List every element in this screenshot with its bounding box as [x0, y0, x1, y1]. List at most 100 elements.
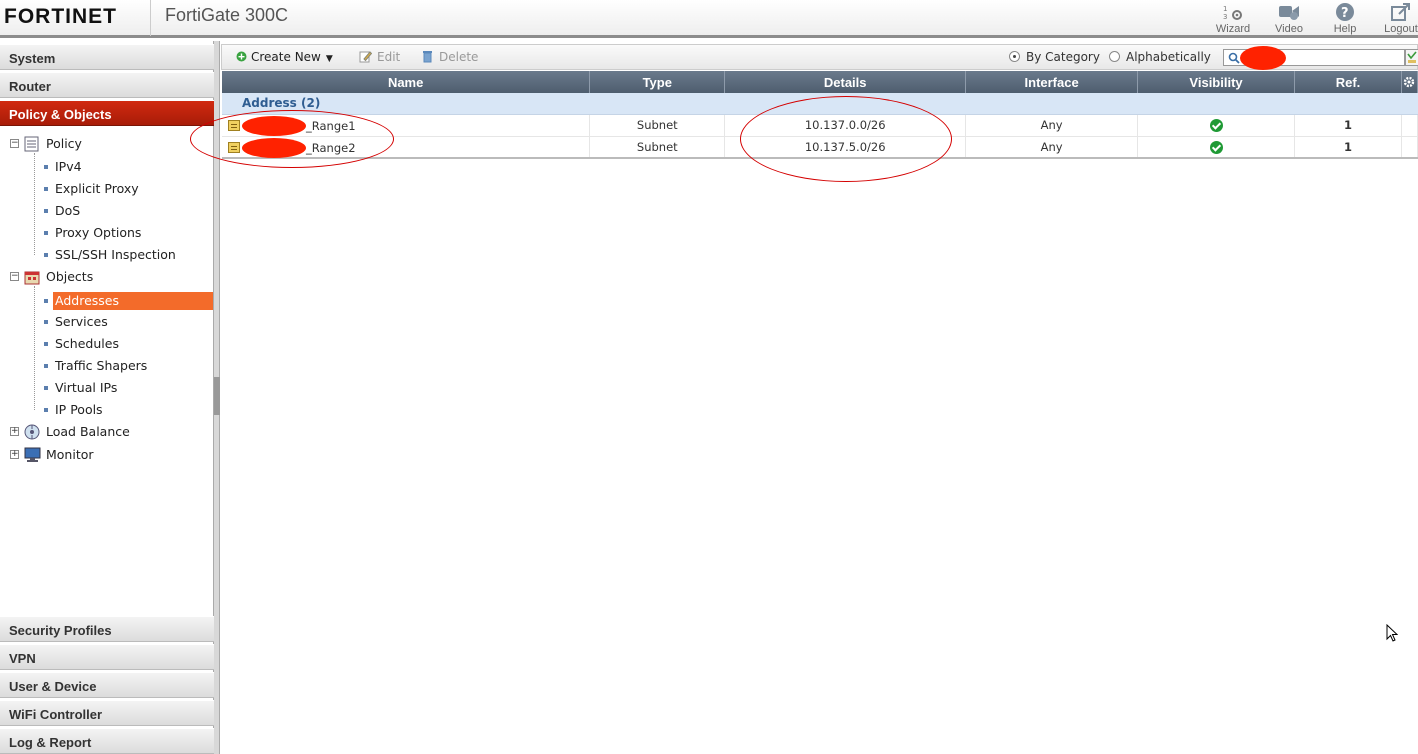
delete-button[interactable]: Delete: [422, 50, 478, 64]
table-row[interactable]: _Range2 Subnet 10.137.5.0/26 Any 1: [222, 136, 1418, 159]
bullet-icon: [44, 253, 48, 257]
sidebar-section-user-device[interactable]: User & Device: [0, 672, 214, 698]
tree-item-schedules[interactable]: Schedules: [34, 334, 210, 354]
by-category-radio[interactable]: By Category: [1009, 50, 1100, 64]
cell-details: 10.137.5.0/26: [724, 136, 967, 159]
tree-node-load-balance[interactable]: + Load Balance: [10, 422, 210, 442]
tree-item-virtual-ips[interactable]: Virtual IPs: [34, 378, 210, 398]
svg-text:1: 1: [1223, 5, 1227, 13]
table-row[interactable]: _Range1 Subnet 10.137.0.0/26 Any 1: [222, 114, 1418, 137]
bullet-icon: [44, 342, 48, 346]
mouse-cursor-icon: [1386, 624, 1398, 642]
sidebar: System Router Policy & Objects − Policy …: [0, 41, 214, 754]
tree-item-addresses[interactable]: Addresses: [53, 292, 213, 310]
policy-icon: [24, 136, 39, 152]
sidebar-section-vpn[interactable]: VPN: [0, 644, 214, 670]
tree-node-monitor[interactable]: + Monitor: [10, 445, 210, 465]
header-divider: [150, 0, 151, 36]
sidebar-section-wifi-controller[interactable]: WiFi Controller: [0, 700, 214, 726]
expand-icon[interactable]: +: [10, 450, 19, 459]
cell-name: _Range2: [222, 136, 591, 159]
collapse-sidebar-handle[interactable]: [214, 377, 220, 415]
tree-item-label: Traffic Shapers: [55, 358, 148, 373]
logout-button[interactable]: Logout: [1379, 0, 1418, 36]
cell-interface: Any: [965, 114, 1139, 137]
delete-label: Delete: [439, 50, 479, 64]
alphabetically-label: Alphabetically: [1126, 50, 1211, 64]
redaction-mark: [1240, 46, 1286, 70]
edit-button[interactable]: Edit: [359, 50, 400, 64]
address-icon: [228, 119, 240, 131]
wizard-button[interactable]: 13 Wizard: [1211, 0, 1255, 36]
logout-label: Logout: [1384, 23, 1418, 35]
address-name: _Range1: [306, 118, 356, 133]
radio-selected-icon: [1009, 51, 1020, 62]
bullet-icon: [44, 408, 48, 412]
address-icon: [228, 141, 240, 153]
fortinet-logo: FORTINET: [4, 5, 117, 28]
sidebar-section-log-report[interactable]: Log & Report: [0, 728, 214, 754]
expand-icon[interactable]: +: [10, 427, 19, 436]
tree-label-monitor: Monitor: [46, 447, 94, 462]
tree-item-ssl-ssh-inspection[interactable]: SSL/SSH Inspection: [34, 245, 210, 265]
tree-item-ip-pools[interactable]: IP Pools: [34, 400, 210, 420]
tree-label-policy: Policy: [46, 136, 82, 151]
category-label: Address (2): [222, 93, 1418, 115]
bullet-icon: [44, 386, 48, 390]
wizard-icon: 13: [1223, 5, 1242, 21]
tree-item-services[interactable]: Services: [34, 312, 210, 332]
bullet-icon: [44, 320, 48, 324]
tree-item-proxy-options[interactable]: Proxy Options: [34, 223, 210, 243]
check-icon: [1209, 119, 1223, 132]
sidebar-section-system[interactable]: System: [0, 44, 214, 70]
column-header-interface[interactable]: Interface: [965, 71, 1139, 93]
search-icon: [1228, 52, 1240, 64]
tree-item-dos[interactable]: DoS: [34, 201, 210, 221]
tree-item-label: SSL/SSH Inspection: [55, 247, 176, 262]
sidebar-section-security-profiles[interactable]: Security Profiles: [0, 616, 214, 642]
help-button[interactable]: ? Help: [1323, 0, 1367, 36]
tree-node-objects[interactable]: − Objects: [10, 267, 210, 287]
alphabetically-radio[interactable]: Alphabetically: [1109, 50, 1211, 64]
column-header-details[interactable]: Details: [724, 71, 967, 93]
tree-item-label: Schedules: [55, 336, 119, 351]
create-new-button[interactable]: Create New ▼: [236, 50, 333, 64]
column-header-visibility[interactable]: Visibility: [1137, 71, 1296, 93]
collapse-icon[interactable]: −: [10, 139, 19, 148]
collapse-icon[interactable]: −: [10, 272, 19, 281]
video-label: Video: [1275, 23, 1303, 35]
table-header-row: Name Type Details Interface Visibility R…: [222, 71, 1418, 93]
address-table: Name Type Details Interface Visibility R…: [222, 71, 1418, 159]
cell-ref[interactable]: 1: [1294, 136, 1402, 159]
tree-node-policy[interactable]: − Policy: [10, 134, 210, 154]
monitor-icon: [24, 447, 41, 462]
column-header-name[interactable]: Name: [222, 71, 591, 93]
column-settings-button[interactable]: [1401, 71, 1418, 93]
tree-item-label: IP Pools: [55, 402, 103, 417]
column-filter-icon[interactable]: [1405, 49, 1418, 66]
objects-icon: [24, 271, 40, 285]
trash-icon: [423, 51, 432, 63]
sidebar-section-policy-objects[interactable]: Policy & Objects: [0, 100, 214, 126]
main-content: Create New ▼ Edit Delete By Category Alph…: [221, 41, 1418, 754]
edit-label: Edit: [377, 50, 401, 64]
tree-item-ipv4[interactable]: IPv4: [34, 157, 210, 177]
help-label: Help: [1333, 23, 1357, 35]
create-new-label: Create New: [251, 50, 321, 64]
cell-ref[interactable]: 1: [1294, 114, 1402, 137]
help-icon: ?: [1336, 3, 1354, 21]
cell-type: Subnet: [589, 136, 726, 159]
tree-label-objects: Objects: [46, 269, 94, 284]
video-icon: [1279, 6, 1299, 20]
column-header-type[interactable]: Type: [589, 71, 726, 93]
column-header-ref[interactable]: Ref.: [1294, 71, 1402, 93]
video-button[interactable]: Video: [1267, 0, 1311, 36]
sidebar-section-router[interactable]: Router: [0, 72, 214, 98]
search-input[interactable]: [1223, 46, 1405, 70]
redaction-mark: [242, 115, 306, 136]
tree-item-explicit-proxy[interactable]: Explicit Proxy: [34, 179, 210, 199]
by-category-label: By Category: [1026, 50, 1100, 64]
bullet-icon: [44, 187, 48, 191]
category-row[interactable]: Address (2): [222, 93, 1418, 115]
tree-item-traffic-shapers[interactable]: Traffic Shapers: [34, 356, 210, 376]
